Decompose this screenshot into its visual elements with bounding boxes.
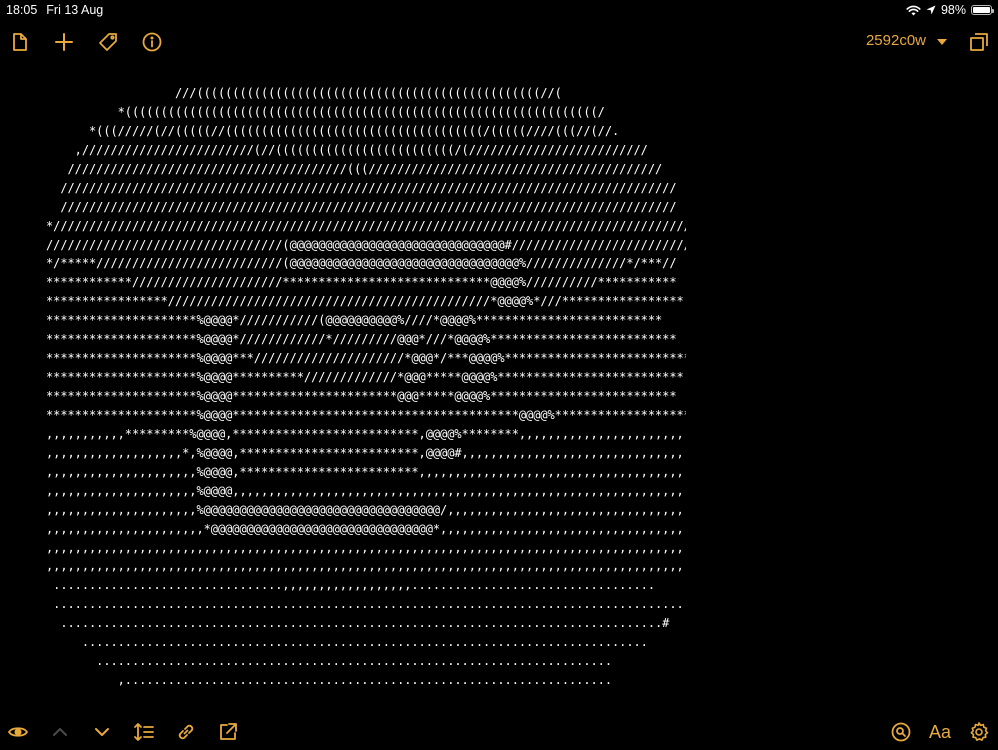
editor-line[interactable]: ,,,,,,,,,,,,,,,,,,,,,%@@@@,,,,,,,,,,,,,,…: [46, 482, 686, 501]
status-right: 98%: [906, 3, 994, 17]
editor-line[interactable]: ////////////////////////////////////////…: [46, 198, 686, 217]
status-left: 18:05 Fri 13 Aug: [6, 3, 103, 17]
editor-line[interactable]: ,,,,,,,,,,,*********%@@@@,**************…: [46, 425, 686, 444]
chevron-down-icon: [95, 728, 109, 736]
eye-icon: [7, 727, 29, 737]
info-icon: [142, 32, 162, 52]
search-button[interactable]: [887, 718, 915, 746]
editor-line[interactable]: ,,,,,,,,,,,,,,,,,,,,,,,,,,,,,,,,,,,,,,,,…: [46, 557, 686, 576]
editor-line[interactable]: ,,,,,,,,,,,,,,,,,,,,,,*@@@@@@@@@@@@@@@@@…: [46, 520, 686, 539]
editor-line[interactable]: ........................................…: [46, 595, 686, 614]
location-arrow-icon: [926, 5, 936, 15]
search-icon: [891, 722, 911, 742]
editor-line[interactable]: *(((((((((((((((((((((((((((((((((((((((…: [46, 103, 686, 122]
editor-line[interactable]: ///////////////////////////////////////(…: [46, 160, 686, 179]
status-bar: 18:05 Fri 13 Aug 98%: [0, 0, 998, 20]
settings-button[interactable]: [965, 718, 993, 746]
editor-line[interactable]: *********************%@@@@**************…: [46, 387, 686, 406]
editor-line[interactable]: ************/////////////////////*******…: [46, 273, 686, 292]
editor-line[interactable]: *********************%@@@@***///////////…: [46, 349, 686, 368]
status-time: 18:05: [6, 3, 38, 17]
ascii-art-editor[interactable]: ///(((((((((((((((((((((((((((((((((((((…: [46, 84, 686, 696]
editor-line[interactable]: ,,,,,,,,,,,,,,,,,,,,,%@@@@@@@@@@@@@@@@@@…: [46, 501, 686, 520]
editor-line[interactable]: ,.......................................…: [46, 671, 686, 690]
status-date: Fri 13 Aug: [46, 3, 104, 17]
battery-fill: [973, 7, 990, 13]
share-button[interactable]: [214, 718, 242, 746]
editor-line[interactable]: *********************%@@@@**************…: [46, 406, 686, 425]
share-icon: [220, 723, 237, 740]
editor-line[interactable]: ........................................…: [46, 652, 686, 671]
settings-icon: [970, 722, 989, 741]
editor-line[interactable]: ................................,,,,,,,,…: [46, 576, 686, 595]
plus-icon: [55, 33, 73, 51]
document-icon: [13, 33, 27, 51]
battery-percent: 98%: [940, 3, 966, 17]
editor-line[interactable]: /////////////////////////////////(@@@@@@…: [46, 236, 686, 255]
chevron-up-icon: [53, 728, 67, 736]
editor-line[interactable]: ,,,,,,,,,,,,,,,,,,,,,,,,,,,,,,,,,,,,,,,,…: [46, 539, 686, 558]
line-spacing-button[interactable]: [130, 718, 158, 746]
editor-line[interactable]: ........................................…: [46, 633, 686, 652]
preview-button[interactable]: [4, 718, 32, 746]
editor-line[interactable]: *(((/////(//(((((//(((((((((((((((((((((…: [46, 122, 686, 141]
previous-match-button[interactable]: [46, 718, 74, 746]
new-document-button[interactable]: [50, 28, 78, 56]
editor-line[interactable]: *********************%@@@@*////////////*…: [46, 330, 686, 349]
font-button[interactable]: Aa: [926, 718, 954, 746]
editor-line[interactable]: */*****//////////////////////////(@@@@@@…: [46, 254, 686, 273]
tag-button[interactable]: [94, 28, 122, 56]
link-button[interactable]: [172, 718, 200, 746]
editor-line[interactable]: ,,,,,,,,,,,,,,,,,,,*,%@@@@,*************…: [46, 444, 686, 463]
editor-line[interactable]: *********************%@@@@*///////////(@…: [46, 311, 686, 330]
link-icon: [178, 724, 194, 740]
bottom-toolbar: Aa: [0, 718, 998, 746]
info-button[interactable]: [138, 28, 166, 56]
editor-line[interactable]: ,////////////////////////(//((((((((((((…: [46, 141, 686, 160]
line-spacing-icon: [134, 723, 154, 741]
editor-line[interactable]: *****************///////////////////////…: [46, 292, 686, 311]
battery-icon: [971, 5, 994, 15]
wifi-icon: [906, 5, 921, 15]
editor-line[interactable]: ,,,,,,,,,,,,,,,,,,,,,%@@@@,*************…: [46, 463, 686, 482]
editor-line[interactable]: ........................................…: [46, 614, 686, 633]
editor-line[interactable]: ///(((((((((((((((((((((((((((((((((((((…: [46, 84, 686, 103]
window-button[interactable]: [965, 28, 993, 56]
editor-line[interactable]: ////////////////////////////////////////…: [46, 179, 686, 198]
editor-line[interactable]: *********************%@@@@**********////…: [46, 368, 686, 387]
document-button[interactable]: [6, 28, 34, 56]
window-icon: [970, 33, 988, 51]
tag-icon: [99, 33, 117, 51]
document-title[interactable]: 2592c0w: [866, 32, 926, 49]
editor-line[interactable]: *///////////////////////////////////////…: [46, 217, 686, 236]
top-toolbar: 2592c0w: [0, 28, 998, 56]
chevron-down-icon[interactable]: [934, 34, 950, 50]
next-match-button[interactable]: [88, 718, 116, 746]
